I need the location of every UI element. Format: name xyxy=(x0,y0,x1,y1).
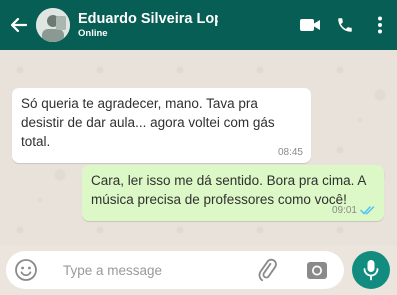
message-time: 09:01 xyxy=(331,204,357,216)
video-call-icon[interactable] xyxy=(299,14,321,36)
more-vert-icon[interactable] xyxy=(369,14,391,36)
emoji-icon[interactable] xyxy=(13,257,39,283)
message-input[interactable]: Type a message xyxy=(63,263,255,278)
message-meta: 08:45 xyxy=(21,145,303,159)
composer: Type a message xyxy=(0,245,397,295)
attachment-clip-icon[interactable] xyxy=(255,258,279,282)
message-input-bar: Type a message xyxy=(6,251,344,289)
phone-icon[interactable] xyxy=(334,14,356,36)
read-ticks-icon xyxy=(360,205,376,215)
avatar[interactable] xyxy=(36,8,70,42)
message-time: 08:45 xyxy=(277,146,303,158)
chat-area[interactable]: Só queria te agradecer, mano. Tava pra d… xyxy=(0,50,397,245)
message-text: Só queria te agradecer, mano. Tava pra d… xyxy=(21,96,275,149)
message-outgoing[interactable]: Cara, ler isso me dá sentido. Bora pra c… xyxy=(82,165,384,221)
header-actions xyxy=(286,0,391,50)
contact-info[interactable]: Eduardo Silveira Lop Online xyxy=(78,11,218,40)
chat-header: Eduardo Silveira Lop Online xyxy=(0,0,397,50)
contact-status: Online xyxy=(78,27,108,39)
camera-icon[interactable] xyxy=(305,258,329,282)
contact-name: Eduardo Silveira Lop xyxy=(78,10,218,27)
microphone-icon[interactable] xyxy=(352,251,390,289)
message-incoming[interactable]: Só queria te agradecer, mano. Tava pra d… xyxy=(12,88,311,163)
back-arrow-icon[interactable] xyxy=(8,14,30,36)
